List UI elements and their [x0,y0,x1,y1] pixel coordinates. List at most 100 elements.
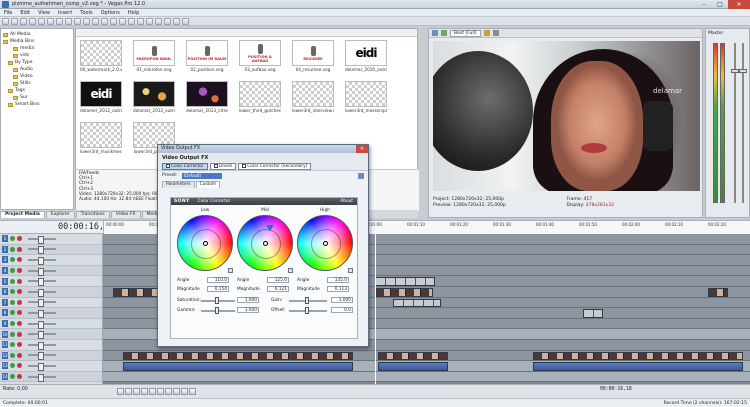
wheel-handle[interactable] [203,241,208,246]
track-lane[interactable] [103,371,750,383]
solo-icon[interactable] [17,236,22,242]
snapping-icon[interactable] [146,17,153,25]
gamma-slider-knob[interactable] [215,307,219,314]
media-thumb[interactable]: lower3rd_messerspot.veg [345,81,387,113]
media-thumb[interactable]: eidi delamer_2012_outro_720p.veg [80,81,122,113]
tree-item[interactable]: vids [3,52,73,59]
mute-icon[interactable] [10,278,15,284]
track-header[interactable]: 12 [0,350,102,362]
video-clip[interactable] [378,351,448,361]
play-icon[interactable] [141,388,148,395]
media-thumb[interactable]: POSITION IM RAUM 02_position.veg [186,40,228,72]
audio-clip[interactable] [533,362,743,371]
media-thumb[interactable]: POSITION & AUFBAU 03_aufbau.veg [239,40,281,72]
tree-item[interactable]: All Media [3,31,73,38]
cut-icon[interactable] [47,17,54,25]
gain-slider-knob[interactable] [305,297,309,304]
normal-edit-tool-icon[interactable] [110,17,117,25]
auto-ripple-icon[interactable] [155,17,162,25]
help-icon[interactable] [182,17,189,25]
video-clip[interactable] [708,288,728,297]
audio-clip[interactable] [378,362,448,371]
mute-icon[interactable] [10,342,15,348]
fx-close-button[interactable]: ✕ [356,145,368,153]
angle-high-field[interactable]: 135.0 [327,277,349,283]
track-level-slider[interactable] [28,278,56,287]
tab-transitions[interactable]: Transitions [75,211,110,218]
track-header[interactable]: 2 [0,244,102,256]
offset-slider-knob[interactable] [305,307,309,314]
loop-icon[interactable] [125,388,132,395]
tree-item[interactable]: Media Bins [3,38,73,45]
offset-field[interactable]: 0.0 [331,307,353,313]
solo-icon[interactable] [17,257,22,263]
chain-levels[interactable]: Levels [209,162,237,170]
tab-project-media[interactable]: Project Media [0,211,45,218]
snapshot-icon[interactable] [492,30,499,36]
zoom-tool-icon[interactable] [137,17,144,25]
track-level-slider[interactable] [28,309,56,318]
playhead-cursor[interactable] [375,234,376,384]
menu-view[interactable]: View [34,10,54,16]
track-level-slider[interactable] [28,299,56,308]
media-thumb[interactable]: delamar_2012_outro_720p_farbanzung.veg [133,81,175,113]
track-header[interactable]: 11 [0,340,102,351]
solo-icon[interactable] [17,342,22,348]
redo-icon[interactable] [101,17,108,25]
tree-item[interactable]: By Type [3,59,73,66]
go-to-end-icon[interactable] [173,388,180,395]
save-icon[interactable] [20,17,27,25]
mute-icon[interactable] [10,289,15,295]
color-wheel-high[interactable] [297,215,353,271]
preview-settings-icon[interactable] [432,30,438,36]
tree-item[interactable]: Tags [3,87,73,94]
mute-icon[interactable] [10,374,15,380]
envelope-tool-icon[interactable] [119,17,126,25]
solo-icon[interactable] [17,374,22,380]
video-clip[interactable] [375,277,435,286]
save-preset-icon[interactable] [358,172,364,179]
tab-video-fx[interactable]: Video FX [110,211,141,218]
reset-wheel-high-icon[interactable] [348,268,353,273]
master-fader-left[interactable] [731,69,739,73]
mute-icon[interactable] [10,331,15,337]
split-screen-icon[interactable] [441,30,447,36]
video-clip[interactable] [393,298,441,308]
track-lane[interactable] [103,361,750,372]
undo-icon[interactable] [92,17,99,25]
audio-clip[interactable] [123,362,353,371]
mute-icon[interactable] [10,299,15,305]
tree-item[interactable]: Sur [3,94,73,101]
track-level-slider[interactable] [28,373,56,382]
properties-icon[interactable] [38,17,45,25]
solo-icon[interactable] [17,331,22,337]
go-to-start-icon[interactable] [165,388,172,395]
media-thumb[interactable]: delamar_2013_intro_720p.veg [186,81,228,113]
media-thumb[interactable]: MIKROFON WAHL 01_mikrofon.veg [133,40,175,72]
track-level-slider[interactable] [28,235,56,244]
track-header[interactable]: 3 [0,255,102,266]
color-wheel-low[interactable] [177,215,233,271]
master-fader-right[interactable] [739,69,747,73]
media-thumb[interactable]: 00_watermark_2.0.veg [80,40,122,72]
play-from-start-icon[interactable] [133,388,140,395]
solo-icon[interactable] [17,310,22,316]
reset-wheel-mid-icon[interactable] [288,268,293,273]
track-header[interactable]: 5 [0,276,102,287]
solo-icon[interactable] [17,278,22,284]
track-header[interactable]: 14 [0,371,102,383]
track-lane[interactable] [103,350,750,362]
track-header[interactable]: 10 [0,329,102,340]
lock-envelopes-icon[interactable] [164,17,171,25]
tree-item[interactable]: Stills [3,80,73,87]
preset-dropdown[interactable]: (Default) [181,172,222,179]
solo-icon[interactable] [17,289,22,295]
wheel-handle[interactable] [323,241,328,246]
check-icon[interactable] [166,164,170,168]
track-level-slider[interactable] [28,352,56,361]
magnitude-high-field[interactable]: 0.113 [327,286,349,292]
track-level-slider[interactable] [28,246,56,255]
menu-help[interactable]: Help [124,10,143,16]
pause-icon[interactable] [149,388,156,395]
overlays-icon[interactable] [483,30,490,36]
